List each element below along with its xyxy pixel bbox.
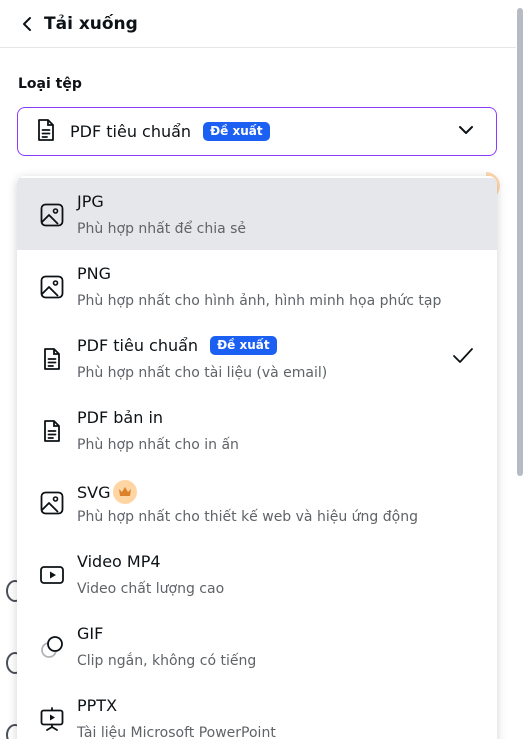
document-icon — [39, 346, 65, 372]
document-icon — [39, 418, 65, 444]
chevron-left-icon[interactable] — [18, 15, 36, 33]
option-name: SVG — [77, 480, 137, 504]
page-title: Tải xuống — [44, 13, 138, 34]
checkmark-icon — [451, 344, 475, 372]
option-name: Video MP4 — [77, 552, 161, 571]
recommended-badge: Đề xuất — [210, 336, 277, 355]
selected-file-type: PDF tiêu chuẩn — [70, 122, 192, 141]
recommended-badge: Đề xuất — [203, 122, 270, 141]
option-desc: Phù hợp nhất để chia sẻ — [77, 221, 247, 237]
image-icon — [39, 274, 65, 300]
download-page: Tải xuống Loại tệp PDF tiêu chuẩn Đề xuấ… — [0, 0, 526, 739]
option-pdf-print[interactable]: PDF bản in Phù hợp nhất cho in ấn — [17, 394, 497, 466]
option-name: PPTX — [77, 696, 118, 715]
option-desc: Phù hợp nhất cho hình ảnh, hình minh họa… — [77, 293, 442, 309]
option-desc: Phù hợp nhất cho in ấn — [77, 437, 239, 453]
file-type-label: Loại tệp — [18, 76, 82, 92]
option-mp4[interactable]: Video MP4 Video chất lượng cao — [17, 538, 497, 610]
option-name: PNG — [77, 264, 112, 283]
option-desc: Video chất lượng cao — [77, 581, 225, 597]
gif-icon — [39, 634, 65, 660]
option-desc: Clip ngắn, không có tiếng — [77, 653, 257, 669]
panel-header: Tải xuống — [0, 0, 516, 48]
option-name-text: PDF tiêu chuẩn — [77, 336, 199, 355]
option-name: PDF tiêu chuẩn Đề xuất — [77, 336, 277, 355]
option-png[interactable]: PNG Phù hợp nhất cho hình ảnh, hình minh… — [17, 250, 497, 322]
crown-icon — [112, 480, 137, 504]
image-icon — [39, 490, 65, 516]
image-icon — [39, 202, 65, 228]
option-name-text: SVG — [77, 482, 111, 502]
presentation-icon — [39, 706, 65, 732]
option-desc: Phù hợp nhất cho tài liệu (và email) — [77, 365, 328, 381]
option-pptx[interactable]: PPTX Tài liệu Microsoft PowerPoint — [17, 682, 497, 739]
option-desc: Tài liệu Microsoft PowerPoint — [77, 725, 276, 739]
option-name: PDF bản in — [77, 408, 164, 427]
document-icon — [36, 118, 56, 146]
option-desc: Phù hợp nhất cho thiết kế web và hiệu ứn… — [77, 509, 418, 525]
option-svg[interactable]: SVG Phù hợp nhất cho thiết kế web và hiệ… — [17, 466, 497, 538]
option-pdf-standard[interactable]: PDF tiêu chuẩn Đề xuất Phù hợp nhất cho … — [17, 322, 497, 394]
video-icon — [39, 562, 65, 588]
option-name: GIF — [77, 624, 104, 643]
panel-scrollbar[interactable] — [517, 8, 523, 476]
option-gif[interactable]: GIF Clip ngắn, không có tiếng — [17, 610, 497, 682]
chevron-down-icon — [458, 122, 474, 142]
option-name: JPG — [77, 192, 104, 211]
option-jpg[interactable]: JPG Phù hợp nhất để chia sẻ — [17, 178, 497, 250]
file-type-select[interactable]: PDF tiêu chuẩn Đề xuất — [17, 107, 497, 156]
file-type-dropdown: JPG Phù hợp nhất để chia sẻ PNG Phù hợp … — [17, 176, 497, 739]
